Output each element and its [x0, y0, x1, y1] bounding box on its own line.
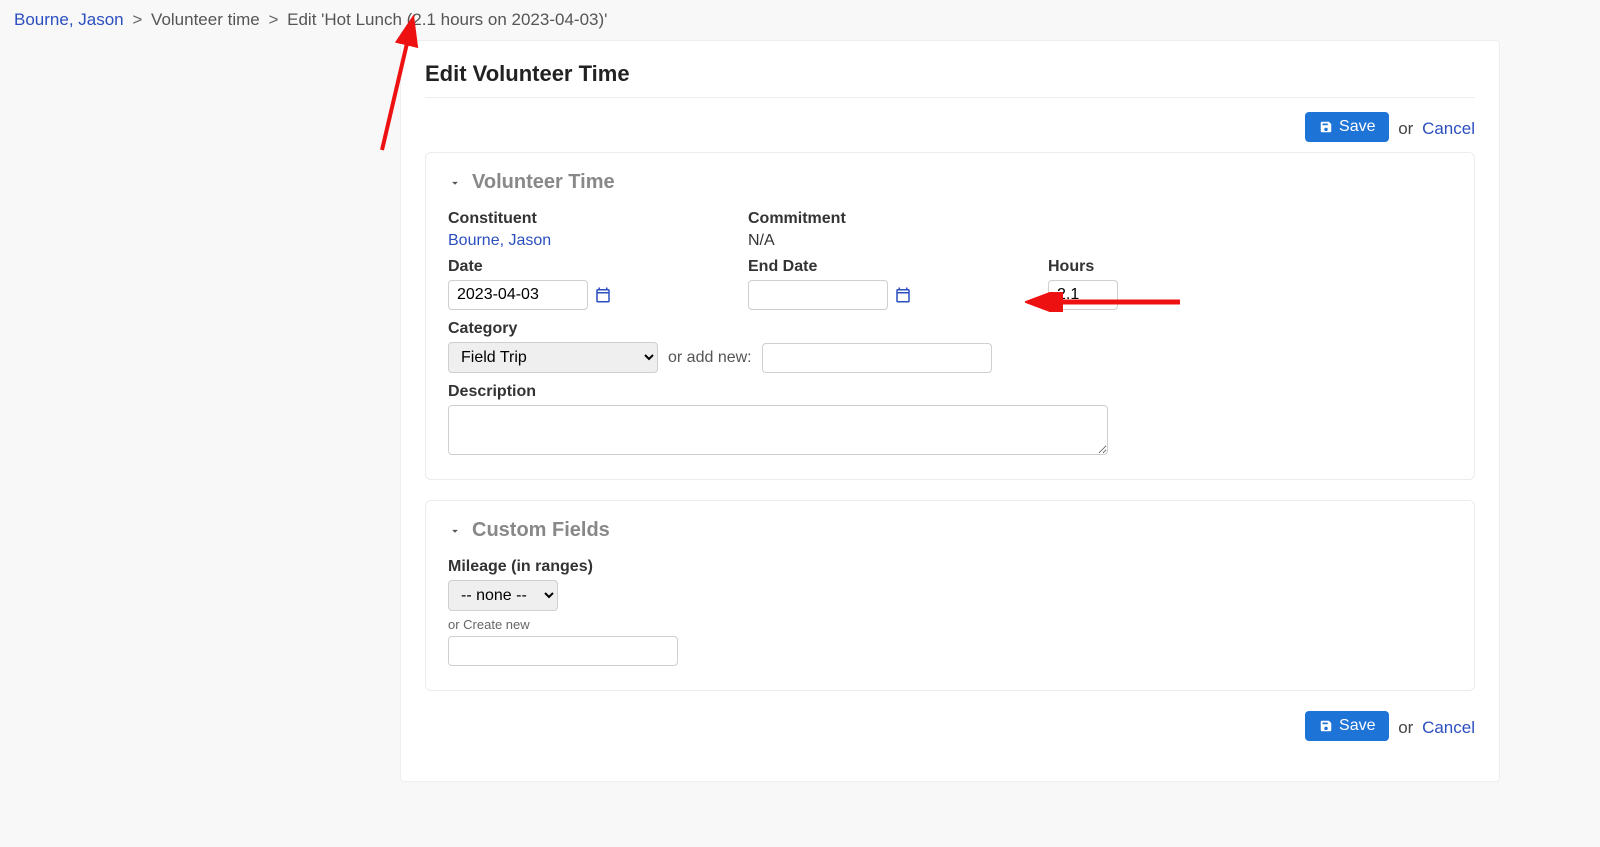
save-icon — [1319, 719, 1333, 733]
category-label: Category — [448, 320, 1452, 338]
save-bar-bottom: Save or Cancel — [425, 711, 1475, 741]
breadcrumb-sep: > — [268, 10, 278, 29]
save-button-label: Save — [1339, 118, 1375, 136]
or-text: or — [1398, 718, 1413, 737]
breadcrumb: Bourne, Jason > Volunteer time > Edit 'H… — [0, 0, 1600, 40]
commitment-label: Commitment — [748, 210, 1008, 228]
breadcrumb-current: Edit 'Hot Lunch (2.1 hours on 2023-04-03… — [287, 10, 607, 29]
description-label: Description — [448, 383, 1452, 401]
add-new-text: or add new: — [668, 349, 752, 367]
page-title: Edit Volunteer Time — [425, 61, 1475, 87]
custom-fields-panel: Custom Fields Mileage (in ranges) -- non… — [425, 500, 1475, 691]
breadcrumb-sep: > — [132, 10, 142, 29]
volunteer-time-panel: Volunteer Time Constituent Bourne, Jason… — [425, 152, 1475, 480]
mileage-label: Mileage (in ranges) — [448, 558, 1452, 576]
panel-title-text: Custom Fields — [472, 519, 610, 542]
create-new-text: or Create new — [448, 617, 1452, 632]
hours-label: Hours — [1048, 258, 1308, 276]
divider — [425, 97, 1475, 98]
mileage-select[interactable]: -- none -- — [448, 580, 558, 611]
commitment-value: N/A — [748, 232, 775, 249]
create-new-input[interactable] — [448, 636, 678, 666]
save-button-label: Save — [1339, 717, 1375, 735]
constituent-link[interactable]: Bourne, Jason — [448, 232, 551, 249]
end-date-input[interactable] — [748, 280, 888, 310]
page-content: Edit Volunteer Time Save or Cancel Volun… — [400, 40, 1500, 782]
add-new-category-input[interactable] — [762, 343, 992, 373]
description-textarea[interactable] — [448, 405, 1108, 455]
save-bar-top: Save or Cancel — [425, 112, 1475, 142]
calendar-icon[interactable] — [894, 286, 912, 304]
breadcrumb-link-volunteer-time: Volunteer time — [151, 10, 260, 29]
save-button[interactable]: Save — [1305, 711, 1389, 741]
cancel-link[interactable]: Cancel — [1422, 119, 1475, 138]
constituent-label: Constituent — [448, 210, 708, 228]
chevron-down-icon — [448, 176, 462, 190]
breadcrumb-link-constituent[interactable]: Bourne, Jason — [14, 10, 124, 29]
panel-header-volunteer-time[interactable]: Volunteer Time — [448, 171, 1452, 194]
cancel-link[interactable]: Cancel — [1422, 718, 1475, 737]
hours-input[interactable] — [1048, 280, 1118, 310]
end-date-label: End Date — [748, 258, 1008, 276]
save-icon — [1319, 120, 1333, 134]
panel-header-custom-fields[interactable]: Custom Fields — [448, 519, 1452, 542]
save-button[interactable]: Save — [1305, 112, 1389, 142]
date-label: Date — [448, 258, 708, 276]
date-input[interactable] — [448, 280, 588, 310]
panel-title-text: Volunteer Time — [472, 171, 615, 194]
or-text: or — [1398, 119, 1413, 138]
calendar-icon[interactable] — [594, 286, 612, 304]
category-select[interactable]: Field Trip — [448, 342, 658, 373]
chevron-down-icon — [448, 524, 462, 538]
